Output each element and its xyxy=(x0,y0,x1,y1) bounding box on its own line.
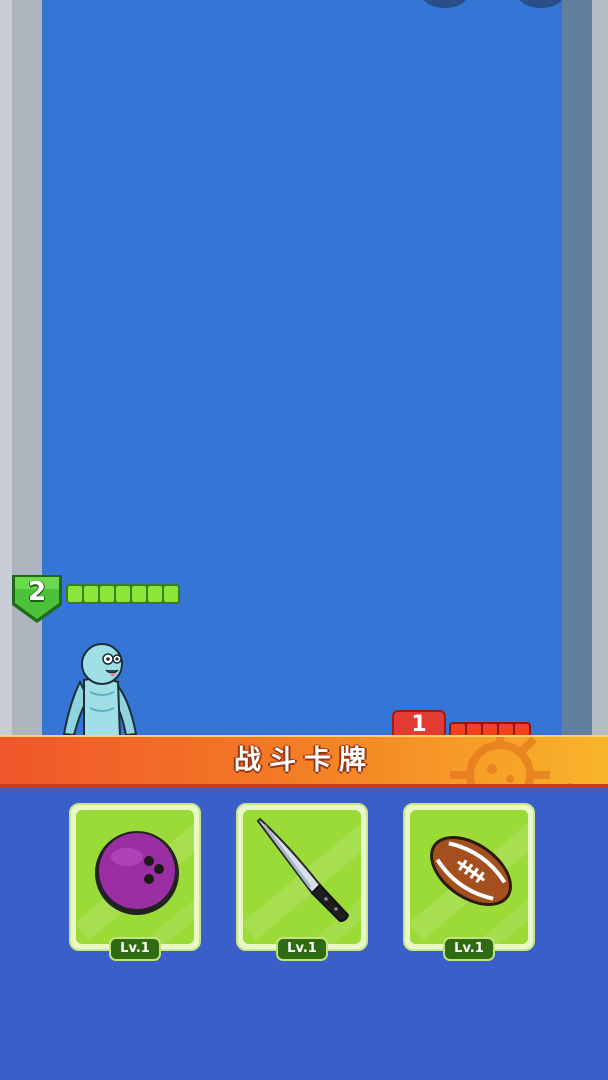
player-level-number: 2 xyxy=(27,577,47,607)
knife-icon xyxy=(256,817,350,923)
health-segment xyxy=(148,586,162,602)
health-segment xyxy=(100,586,114,602)
top-marker-left xyxy=(422,0,468,8)
health-segment xyxy=(164,586,178,602)
health-segment xyxy=(68,586,82,602)
card-bowling-ball[interactable] xyxy=(69,803,201,951)
card-football[interactable] xyxy=(403,803,535,951)
card-level-badge: Lv.1 xyxy=(276,937,328,961)
health-segment xyxy=(116,586,130,602)
top-marker-right xyxy=(518,0,564,8)
player-level-badge: 2 xyxy=(10,571,64,625)
card-level-badge: Lv.1 xyxy=(443,937,495,961)
right-wall xyxy=(562,0,608,735)
card-knife[interactable] xyxy=(236,803,368,951)
player-health-bar xyxy=(66,584,180,604)
card-level-badge: Lv.1 xyxy=(109,937,161,961)
bowling-ball-icon xyxy=(95,831,179,915)
arena xyxy=(42,0,564,735)
zombie-character xyxy=(62,643,138,737)
football-icon xyxy=(430,836,512,906)
health-segment xyxy=(132,586,146,602)
health-segment xyxy=(84,586,98,602)
battle-cards-banner: 战斗卡牌 xyxy=(0,735,608,787)
banner-title: 战斗卡牌 xyxy=(234,745,374,776)
